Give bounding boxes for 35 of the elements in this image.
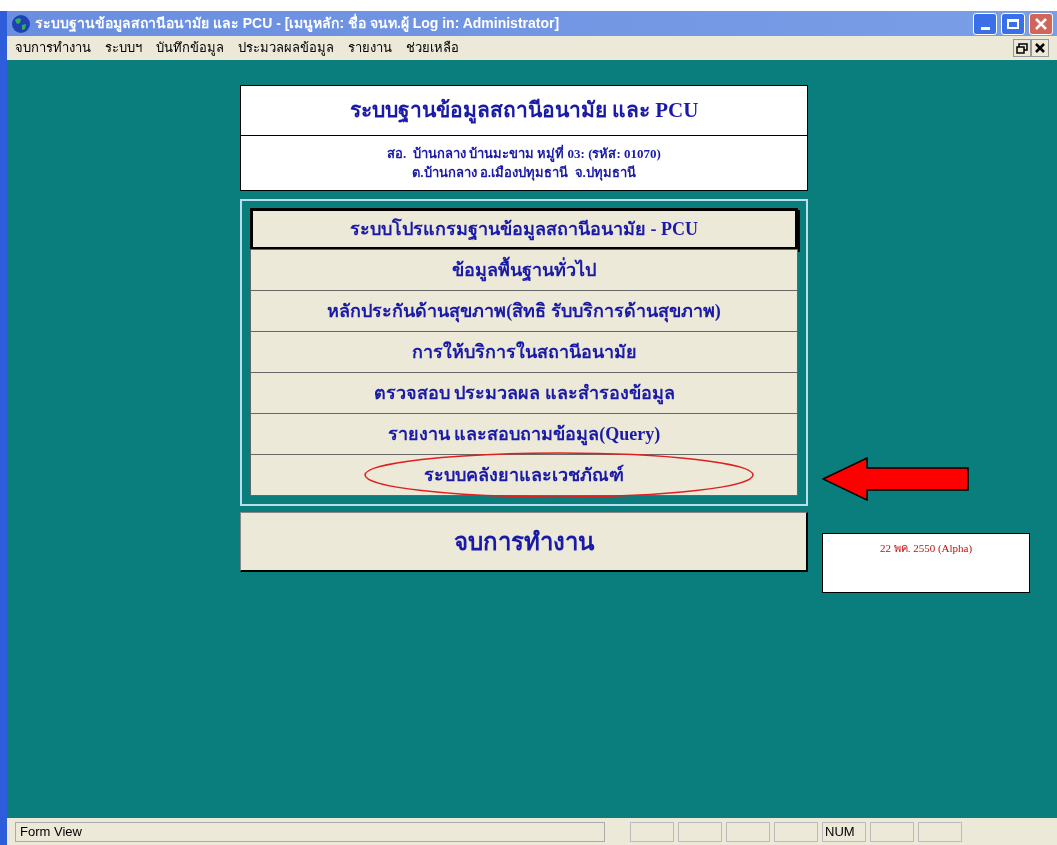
restore-icon	[1016, 42, 1028, 54]
status-panel	[918, 821, 962, 842]
menu-item[interactable]: ประมวลผลข้อมูล	[238, 38, 334, 58]
close-button[interactable]	[1031, 39, 1049, 57]
status-text: Form View	[15, 821, 605, 842]
status-panel	[774, 821, 818, 842]
menu-button[interactable]: ตรวจสอบ ประมวลผล และสำรองข้อมูล	[250, 372, 798, 414]
maximize-button[interactable]	[1001, 12, 1025, 35]
menu-button[interactable]: การให้บริการในสถานีอนามัย	[250, 331, 798, 373]
minimize-button[interactable]	[973, 12, 997, 35]
menu-item[interactable]: จบการทำงาน	[15, 38, 91, 58]
status-panel	[678, 821, 722, 842]
status-panel	[726, 821, 770, 842]
exit-button[interactable]: จบการทำงาน	[240, 512, 808, 572]
menu-button[interactable]: ระบบคลังยาและเวชภัณฑ์	[250, 454, 798, 496]
address-line: สอ. บ้านกลาง บ้านมะขาม หมู่ที่ 03: (รหัส: 01070)	[387, 144, 661, 163]
close-icon	[1035, 43, 1045, 53]
status-panel	[870, 821, 914, 842]
menu-button[interactable]: รายงาน และสอบถามข้อมูล(Query)	[250, 413, 798, 455]
menu-item[interactable]: รายงาน	[348, 38, 392, 58]
program-title: ระบบฐานข้อมูลสถานีอนามัย และ PCU	[349, 96, 699, 126]
close-icon	[1035, 17, 1047, 30]
restore-button[interactable]	[1013, 39, 1031, 57]
menu-button[interactable]: ระบบโปรแกรมฐานข้อมูลสถานีอนามัย - PCU	[250, 208, 798, 250]
menu-button[interactable]: ข้อมูลพื้นฐานทั่วไป	[250, 249, 798, 291]
status-indicator: NUM	[822, 821, 866, 842]
globe-icon	[11, 13, 31, 34]
window-title: ระบบฐานข้อมูลสถานีอนามัย และ PCU - [เมนูหลัก: ชื่อ จนท.ผู้ Log in: Administrator]	[35, 13, 560, 34]
menu-item[interactable]: ช่วยเหลือ	[406, 38, 459, 58]
address-line: ต.บ้านกลาง อ.เมืองปทุมธานี จ.ปทุมธานี	[412, 164, 636, 182]
version-label: 22 พค. 2550 (Alpha)	[822, 533, 1030, 593]
menu-button[interactable]: หลักประกันด้านสุขภาพ(สิทธิ รับบริการด้านสุขภาพ)	[250, 290, 798, 332]
menu-item[interactable]: บันทึกข้อมูล	[156, 38, 224, 58]
status-panel	[630, 821, 674, 842]
menu-item[interactable]: ระบบฯ	[105, 38, 142, 58]
